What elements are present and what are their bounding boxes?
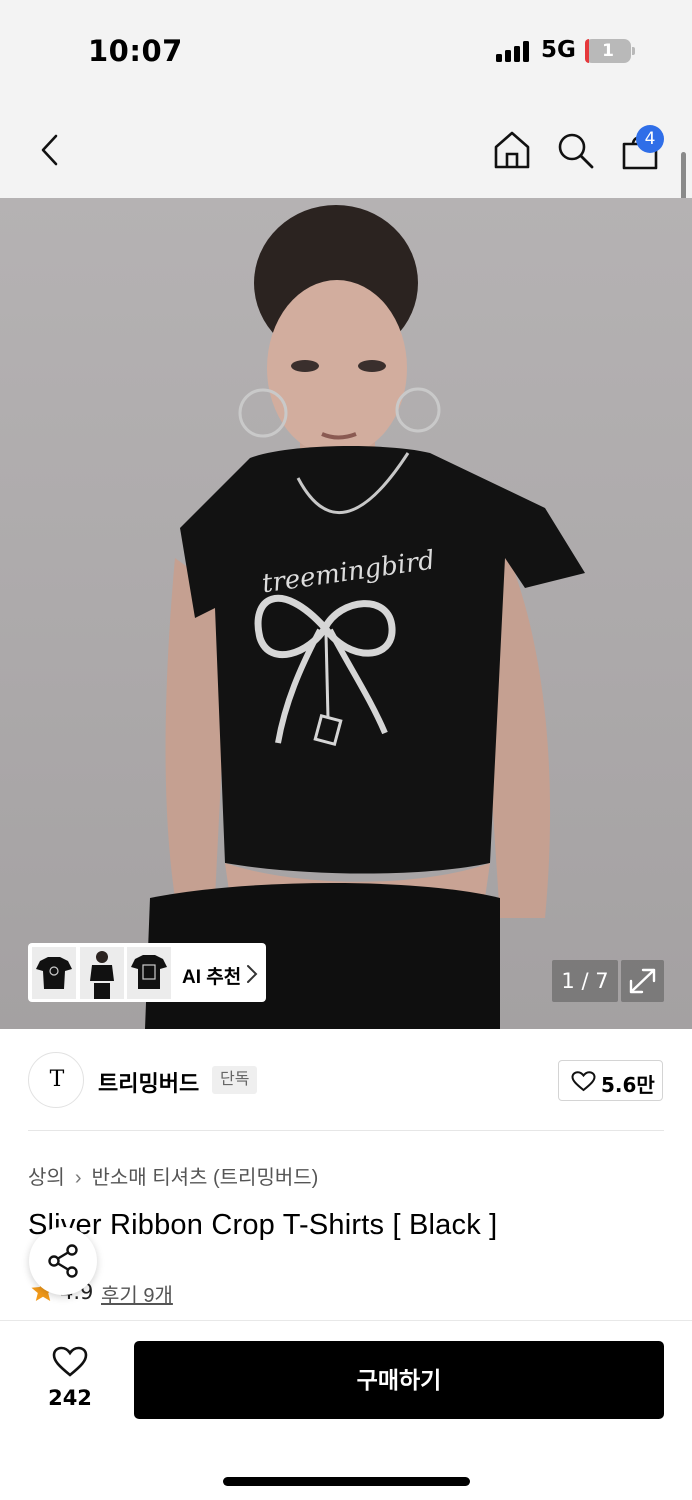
thumbnail-1	[32, 947, 76, 999]
brand-logo[interactable]: T	[28, 1052, 84, 1108]
reviews-link[interactable]: 후기 9개	[101, 1279, 173, 1308]
breadcrumb-category[interactable]: 상의	[28, 1167, 65, 1189]
brand-like-count: 5.6만	[601, 1073, 655, 1097]
status-time: 10:07	[88, 34, 183, 68]
battery-level: 1	[602, 41, 614, 61]
battery-cap	[632, 47, 635, 55]
product-photo: treemingbird	[145, 205, 585, 1029]
expand-button[interactable]	[621, 960, 664, 1002]
brand-like-button[interactable]: 5.6만	[558, 1060, 663, 1101]
image-counter: 1 / 7	[552, 960, 618, 1002]
network-type: 5G	[541, 37, 576, 63]
home-icon[interactable]	[492, 130, 532, 170]
status-bar: 10:07 5G 1	[0, 0, 692, 100]
heart-icon	[571, 1071, 596, 1092]
ai-recommend-label: AI 추천	[182, 967, 242, 988]
wishlist-count: 242	[48, 1386, 92, 1410]
product-title: Sliver Ribbon Crop T-Shirts [ Black ]	[28, 1209, 498, 1241]
buy-button[interactable]: 구매하기	[134, 1341, 664, 1419]
share-icon	[48, 1244, 78, 1278]
back-icon[interactable]	[36, 133, 66, 167]
thumbnail-3	[127, 947, 171, 999]
cart-count-badge: 4	[636, 125, 664, 153]
signal-icon	[496, 40, 532, 62]
breadcrumb-separator-icon: ›	[74, 1167, 82, 1189]
thumbnail-2	[80, 947, 124, 999]
battery-icon: 1	[585, 39, 631, 63]
wishlist-heart-icon[interactable]	[52, 1346, 88, 1378]
search-icon[interactable]	[556, 131, 596, 171]
home-indicator	[223, 1477, 470, 1486]
chevron-right-icon	[247, 965, 258, 983]
brand-logo-mark: T	[49, 1067, 65, 1092]
share-button[interactable]	[29, 1227, 97, 1295]
expand-icon	[629, 968, 656, 994]
top-nav	[0, 100, 692, 198]
breadcrumb-subcategory[interactable]: 반소매 티셔츠 (트리밍버드)	[91, 1167, 318, 1189]
product-image[interactable]: treemingbird	[0, 198, 692, 1029]
breadcrumb: 상의 › 반소매 티셔츠 (트리밍버드)	[28, 1161, 318, 1190]
brand-name[interactable]: 트리밍버드	[98, 1066, 199, 1098]
divider	[28, 1130, 664, 1131]
exclusive-badge: 단독	[212, 1066, 258, 1094]
